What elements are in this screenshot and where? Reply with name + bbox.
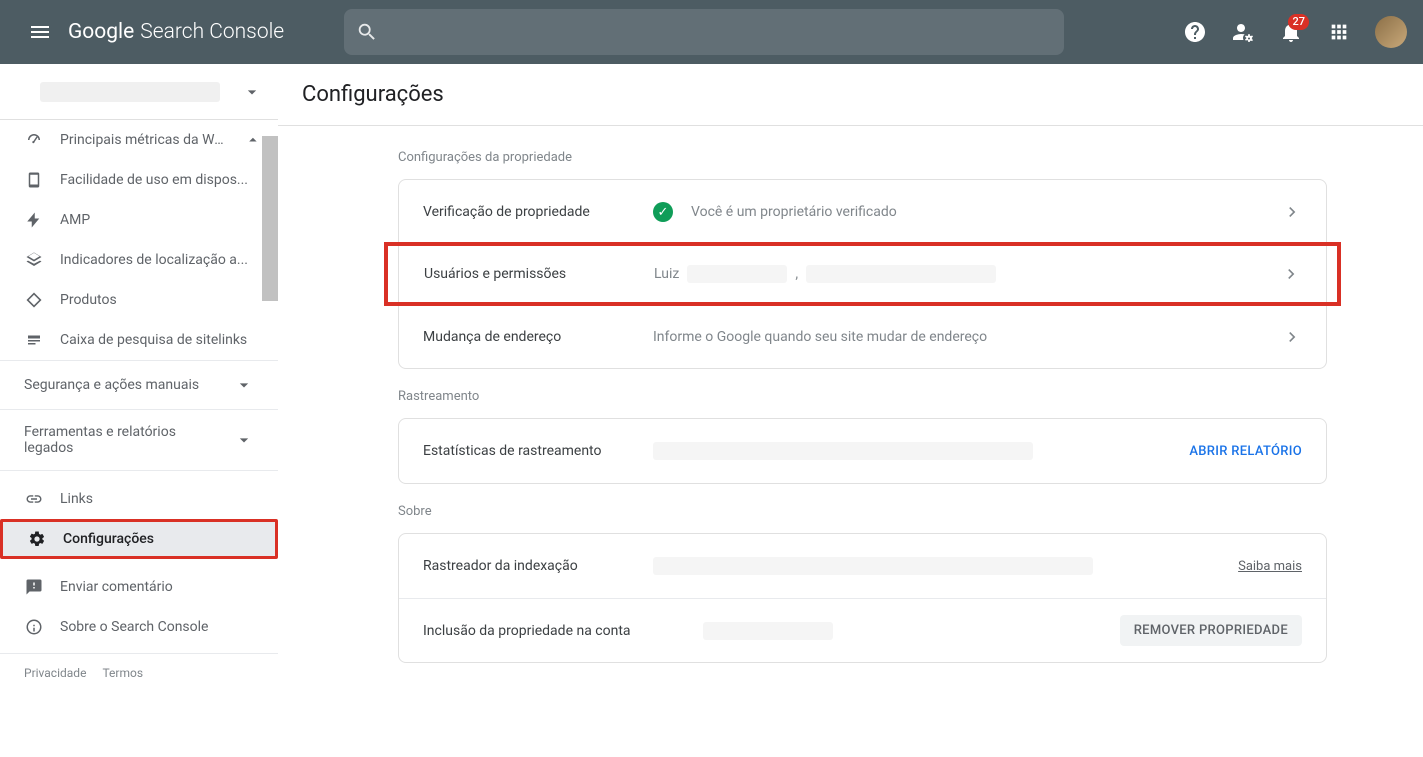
bolt-icon: [24, 211, 44, 229]
row-ownership-verification[interactable]: Verificação de propriedade ✓ Você é um p…: [399, 180, 1326, 244]
avatar[interactable]: [1375, 16, 1407, 48]
row-label: Inclusão da propriedade na conta: [423, 623, 703, 639]
redacted-text: [687, 265, 787, 283]
redacted-text: [653, 442, 1033, 460]
section-label-property: Configurações da propriedade: [398, 150, 1327, 165]
apps-button[interactable]: [1319, 12, 1359, 52]
row-label: Verificação de propriedade: [423, 204, 653, 220]
sidebar-item-label: Facilidade de uso em dispos...: [60, 172, 248, 188]
info-icon: [24, 618, 44, 636]
search-input[interactable]: [344, 9, 1064, 55]
chevron-down-icon: [234, 375, 254, 395]
sidebar-item-products[interactable]: Produtos: [0, 280, 278, 320]
gear-icon: [27, 530, 47, 548]
row-label: Mudança de endereço: [423, 329, 653, 345]
sidebar-item-label: Enviar comentário: [60, 579, 173, 595]
diamond-icon: [24, 291, 44, 309]
caret-down-icon: [242, 82, 262, 102]
sidebar-group-label: Segurança e ações manuais: [24, 377, 199, 393]
row-label: Usuários e permissões: [424, 266, 654, 282]
layers-icon: [24, 251, 44, 269]
notifications-button[interactable]: 27: [1271, 12, 1311, 52]
redacted-text: [806, 265, 996, 283]
sidebar-item-label: Sobre o Search Console: [60, 619, 208, 635]
about-card: Rastreador da indexação Saiba mais Inclu…: [398, 533, 1327, 663]
apps-grid-icon: [1328, 21, 1350, 43]
caret-up-icon: [244, 131, 262, 149]
redacted-text: [653, 557, 1093, 575]
links-icon: [24, 490, 44, 508]
account-settings-button[interactable]: [1223, 12, 1263, 52]
sidebar-item-label: AMP: [60, 212, 90, 228]
logo-product: Search Console: [140, 20, 284, 44]
row-users-permissions[interactable]: Usuários e permissões Luiz ,: [384, 242, 1341, 306]
remove-property-button[interactable]: REMOVER PROPRIEDADE: [1120, 615, 1302, 646]
feedback-icon: [24, 578, 44, 596]
sidebar-item-links[interactable]: Links: [0, 479, 278, 519]
property-name-redacted: [40, 82, 220, 102]
chevron-right-icon: [1281, 264, 1301, 284]
property-selector[interactable]: [0, 64, 278, 120]
search-icon: [356, 21, 378, 43]
sidebar-item-feedback[interactable]: Enviar comentário: [0, 567, 278, 607]
sidebar-item-label: Configurações: [63, 531, 154, 547]
sidebar-item-label: Principais métricas da Web: [60, 132, 228, 148]
help-icon: [1183, 20, 1207, 44]
sidebar-item-about[interactable]: Sobre o Search Console: [0, 607, 278, 647]
sidebar-item-breadcrumbs[interactable]: Indicadores de localização a...: [0, 240, 278, 280]
sidebar-item-label: Produtos: [60, 292, 117, 308]
row-property-inclusion[interactable]: Inclusão da propriedade na conta REMOVER…: [399, 598, 1326, 662]
open-report-button[interactable]: ABRIR RELATÓRIO: [1189, 444, 1302, 459]
chevron-right-icon: [1282, 202, 1302, 222]
sidebar-footer: Privacidade Termos: [0, 653, 278, 692]
sidebar-item-label: Caixa de pesquisa de sitelinks: [60, 332, 247, 348]
hamburger-icon: [28, 20, 52, 44]
row-value: Você é um proprietário verificado: [691, 204, 897, 220]
gauge-icon: [24, 131, 44, 149]
search-box-icon: [24, 331, 44, 349]
header-actions: 27: [1175, 12, 1407, 52]
section-label-about: Sobre: [398, 504, 1327, 519]
row-label: Rastreador da indexação: [423, 558, 653, 574]
row-value: Informe o Google quando seu site mudar d…: [653, 329, 987, 345]
sidebar-item-web-vitals[interactable]: Principais métricas da Web: [0, 120, 278, 160]
sidebar-item-sitelinks[interactable]: Caixa de pesquisa de sitelinks: [0, 320, 278, 360]
row-index-crawler[interactable]: Rastreador da indexação Saiba mais: [399, 534, 1326, 598]
privacy-link[interactable]: Privacidade: [24, 666, 86, 680]
row-change-address[interactable]: Mudança de endereço Informe o Google qua…: [399, 304, 1326, 368]
logo[interactable]: Google Search Console: [68, 20, 284, 44]
crawl-card: Estatísticas de rastreamento ABRIR RELAT…: [398, 418, 1327, 484]
person-gear-icon: [1231, 20, 1255, 44]
learn-more-link[interactable]: Saiba mais: [1238, 559, 1302, 574]
menu-button[interactable]: [16, 8, 64, 56]
terms-link[interactable]: Termos: [102, 666, 143, 680]
help-button[interactable]: [1175, 12, 1215, 52]
phone-icon: [24, 171, 44, 189]
property-settings-card: Verificação de propriedade ✓ Você é um p…: [398, 179, 1327, 369]
sidebar-item-usability[interactable]: Facilidade de uso em dispos...: [0, 160, 278, 200]
check-circle-icon: ✓: [653, 202, 673, 222]
sidebar-group-security[interactable]: Segurança e ações manuais: [0, 360, 278, 409]
row-label: Estatísticas de rastreamento: [423, 443, 653, 459]
sidebar-group-legacy[interactable]: Ferramentas e relatórios legados: [0, 409, 278, 470]
chevron-right-icon: [1282, 327, 1302, 347]
sidebar-item-label: Links: [60, 491, 93, 507]
row-value: Luiz: [654, 266, 679, 282]
app-header: Google Search Console 27: [0, 0, 1423, 64]
logo-google: Google: [68, 20, 134, 44]
sidebar-item-amp[interactable]: AMP: [0, 200, 278, 240]
main-content: Configurações Configurações da proprieda…: [278, 64, 1423, 757]
chevron-down-icon: [234, 430, 254, 450]
redacted-text: [703, 622, 833, 640]
sidebar-item-label: Indicadores de localização a...: [60, 252, 248, 268]
sidebar-item-settings[interactable]: Configurações: [0, 519, 278, 559]
row-crawl-stats[interactable]: Estatísticas de rastreamento ABRIR RELAT…: [399, 419, 1326, 483]
notification-badge: 27: [1288, 14, 1309, 30]
page-title: Configurações: [278, 64, 1423, 126]
scrollbar[interactable]: [262, 136, 278, 301]
sidebar-group-label: Ferramentas e relatórios legados: [24, 424, 204, 456]
sidebar: Principais métricas da Web Facilidade de…: [0, 64, 278, 757]
section-label-crawl: Rastreamento: [398, 389, 1327, 404]
